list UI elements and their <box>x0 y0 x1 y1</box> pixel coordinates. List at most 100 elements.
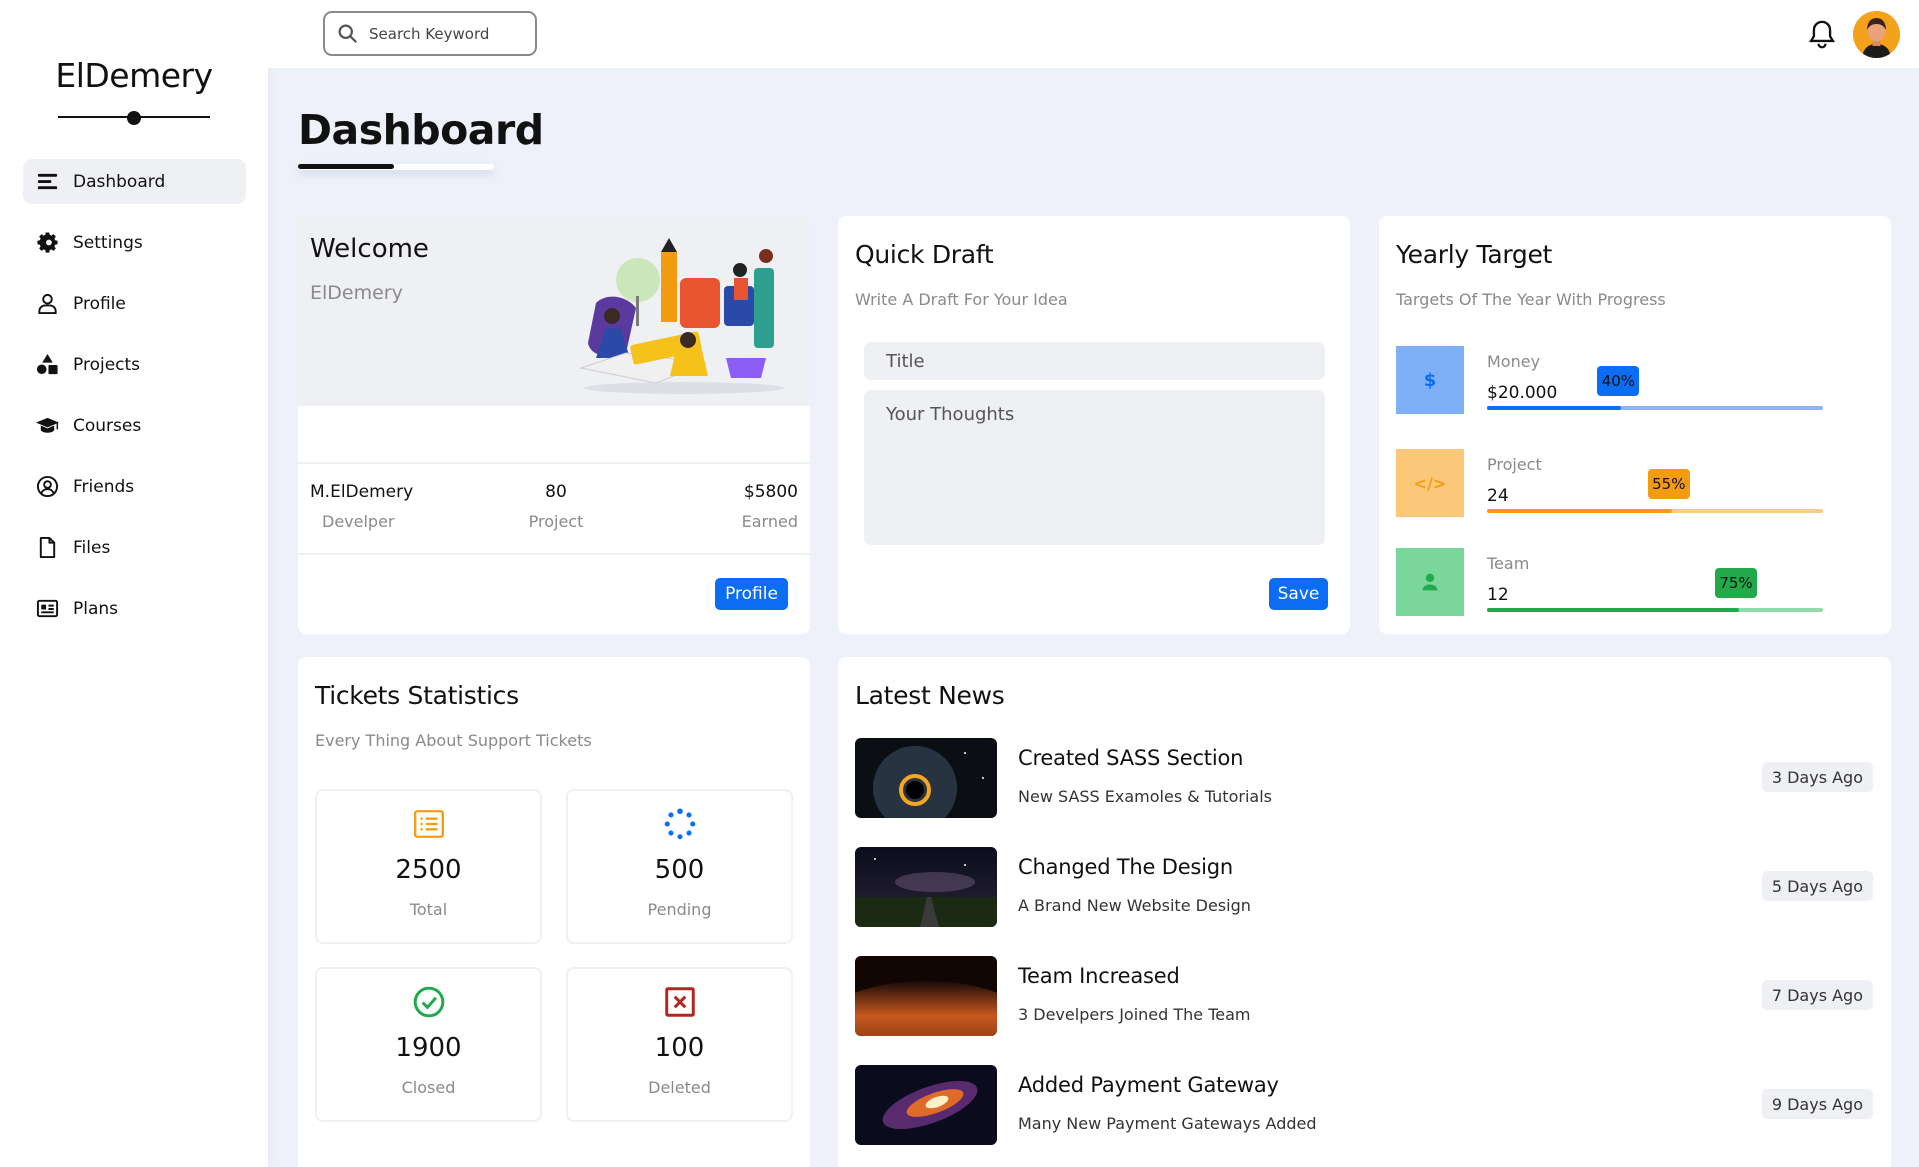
sidebar-item-label: Dashboard <box>73 171 166 192</box>
ticket-count: 500 <box>654 855 705 885</box>
news-thumbnail <box>855 1065 997 1145</box>
profile-button[interactable]: Profile <box>715 578 788 610</box>
target-row-team: Team 12 75% <box>1396 548 1876 616</box>
divider <box>298 462 810 464</box>
search-icon <box>338 24 358 44</box>
ticket-label: Closed <box>401 1078 456 1097</box>
yearly-target-card: Yearly Target Targets Of The Year With P… <box>1379 216 1891 634</box>
welcome-banner: Welcome ElDemery <box>298 216 810 406</box>
target-row-money: $ Money $20.000 40% <box>1396 346 1876 414</box>
sidebar-item-files[interactable]: Files <box>23 525 246 570</box>
ticket-stat-total: 2500 Total <box>315 789 542 944</box>
user-circle-icon <box>34 474 60 500</box>
sidebar-item-label: Plans <box>73 598 119 619</box>
news-description: New SASS Examoles & Tutorials <box>1018 787 1272 806</box>
card-title: Tickets Statistics <box>315 681 519 710</box>
code-glyph: </> <box>1413 473 1447 493</box>
divider <box>298 553 810 555</box>
sidebar-item-dashboard[interactable]: Dashboard <box>23 159 246 204</box>
progress-track: 75% <box>1487 568 1823 612</box>
brand-divider-dot <box>127 111 141 125</box>
sidebar: ElDemery Dashboard Settings Profile Proj… <box>0 0 268 1167</box>
stat-value: $5800 <box>743 482 798 502</box>
sidebar-item-settings[interactable]: Settings <box>23 220 246 265</box>
shapes-icon <box>34 352 60 378</box>
stat-value: 80 <box>545 482 567 502</box>
title-underline-accent <box>298 164 394 169</box>
sidebar-item-label: Files <box>73 537 111 558</box>
tickets-statistics-card: Tickets Statistics Every Thing About Sup… <box>298 657 810 1167</box>
progress-badge: 55% <box>1647 469 1690 499</box>
dollar-icon: $ <box>1396 346 1464 414</box>
ticket-label: Pending <box>647 900 712 919</box>
ticket-label: Total <box>409 900 448 919</box>
progress-track: 55% <box>1487 469 1823 513</box>
news-item[interactable]: Created SASS Section New SASS Examoles &… <box>855 738 1873 818</box>
sidebar-item-label: Profile <box>73 293 126 314</box>
sidebar-item-friends[interactable]: Friends <box>23 464 246 509</box>
news-title: Created SASS Section <box>1018 746 1244 770</box>
draft-title-input[interactable]: Title <box>864 342 1325 380</box>
card-title: Latest News <box>855 681 1005 710</box>
ticket-count: 1900 <box>395 1033 462 1063</box>
education-illustration <box>579 238 784 394</box>
news-description: A Brand New Website Design <box>1018 896 1251 915</box>
progress-badge: 40% <box>1597 366 1640 396</box>
news-time-badge: 3 Days Ago <box>1761 762 1873 792</box>
news-item[interactable]: Team Increased 3 Develpers Joined The Te… <box>855 956 1873 1036</box>
user-icon <box>1396 548 1464 616</box>
news-item[interactable]: Changed The Design A Brand New Website D… <box>855 847 1873 927</box>
save-button[interactable]: Save <box>1269 578 1328 610</box>
sidebar-item-label: Projects <box>73 354 141 375</box>
graduation-cap-icon <box>34 413 60 439</box>
target-label: Money <box>1487 352 1541 371</box>
notification-bell-icon[interactable] <box>1808 19 1836 49</box>
ticket-label: Deleted <box>648 1078 711 1097</box>
sidebar-item-label: Courses <box>73 415 142 436</box>
card-subtitle: Every Thing About Support Tickets <box>315 731 592 750</box>
welcome-title: Welcome <box>310 234 429 264</box>
news-time-badge: 7 Days Ago <box>1761 980 1873 1010</box>
news-thumbnail <box>855 956 997 1036</box>
draft-body-textarea[interactable]: Your Thoughts <box>864 390 1325 545</box>
target-row-project: </> Project 24 55% <box>1396 449 1876 517</box>
ticket-stat-closed: 1900 Closed <box>315 967 542 1122</box>
welcome-card: Welcome ElDemery M.ElDemery Develper 80 … <box>298 216 810 634</box>
avatar[interactable] <box>1853 11 1900 58</box>
progress-fill <box>1487 608 1739 612</box>
sidebar-item-projects[interactable]: Projects <box>23 342 246 387</box>
newspaper-icon <box>34 596 60 622</box>
quick-draft-card: Quick Draft Write A Draft For Your Idea … <box>838 216 1350 634</box>
welcome-stat-name: M.ElDemery Develper <box>310 482 413 531</box>
stat-label: Earned <box>741 512 798 531</box>
spinner-icon <box>568 807 791 841</box>
file-icon <box>34 535 60 561</box>
stat-label: Develper <box>322 512 395 531</box>
progress-badge: 75% <box>1715 568 1757 598</box>
stat-label: Project <box>528 512 584 531</box>
search-input[interactable] <box>369 24 509 43</box>
sidebar-item-courses[interactable]: Courses <box>23 403 246 448</box>
target-label: Team <box>1487 554 1530 573</box>
page-title: Dashboard <box>298 106 544 154</box>
sidebar-item-label: Settings <box>73 232 143 253</box>
menu-icon <box>34 169 60 195</box>
progress-fill <box>1487 406 1622 410</box>
ticket-stat-pending: 500 Pending <box>566 789 793 944</box>
target-value: 24 <box>1487 486 1509 506</box>
welcome-stat-projects: 80 Project <box>516 482 596 531</box>
sidebar-item-plans[interactable]: Plans <box>23 586 246 631</box>
news-time-badge: 5 Days Ago <box>1761 871 1873 901</box>
stat-value: M.ElDemery <box>310 482 414 502</box>
search-box[interactable] <box>323 11 537 56</box>
sidebar-item-profile[interactable]: Profile <box>23 281 246 326</box>
news-item[interactable]: Added Payment Gateway Many New Payment G… <box>855 1065 1873 1145</box>
brand-logo: ElDemery <box>55 56 213 95</box>
check-circle-icon <box>317 985 540 1019</box>
progress-fill <box>1487 509 1672 513</box>
top-header <box>268 0 1919 68</box>
news-thumbnail <box>855 738 997 818</box>
news-time-badge: 9 Days Ago <box>1761 1089 1873 1119</box>
code-icon: </> <box>1396 449 1464 517</box>
gear-icon <box>34 230 60 256</box>
